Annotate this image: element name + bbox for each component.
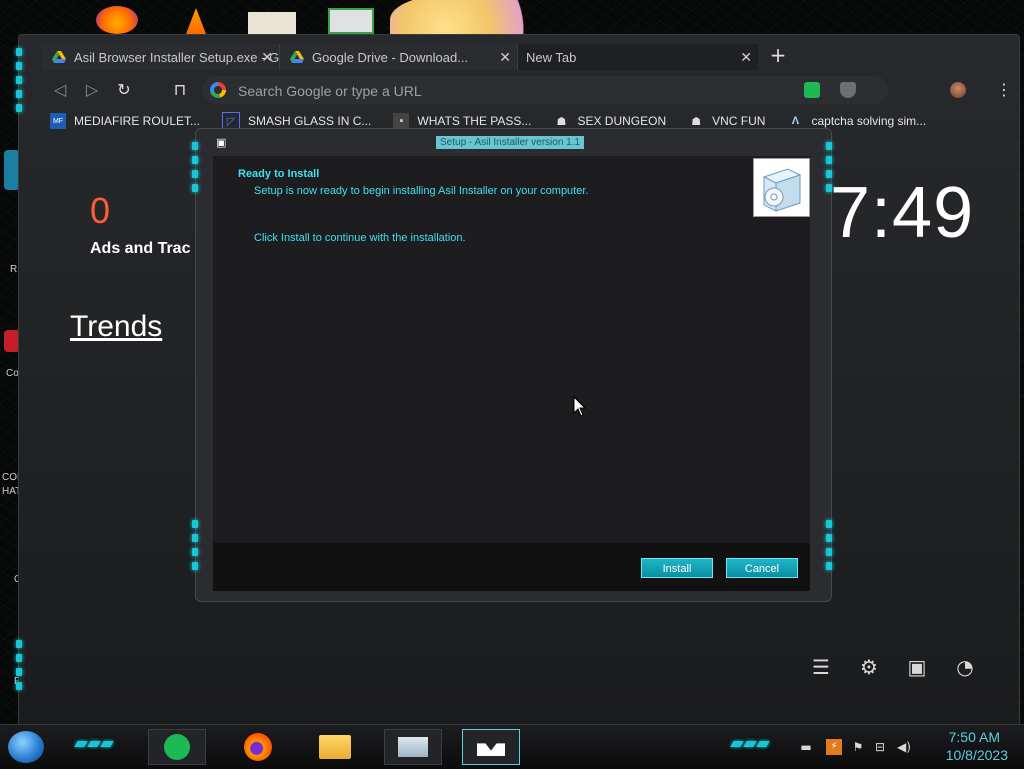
- tab-strip: Asil Browser Installer Setup.exe - G ✕ G…: [42, 44, 758, 70]
- network-app-icon: [398, 737, 428, 757]
- tab-label: Google Drive - Download...: [312, 49, 469, 65]
- notes-app-icon: [164, 734, 190, 760]
- desktop-icon-label: R: [10, 264, 18, 275]
- app-desktop-icon[interactable]: [248, 12, 296, 34]
- frame-leds-left: [16, 48, 22, 112]
- installer-body: [213, 156, 810, 543]
- tab-label: Asil Browser Installer Setup.exe - G: [74, 49, 280, 65]
- reload-button[interactable]: ↻: [114, 80, 134, 100]
- tab-new-tab[interactable]: New Tab ✕: [518, 44, 758, 70]
- google-drive-icon: [52, 51, 66, 63]
- taskbar-app-network[interactable]: [384, 729, 442, 765]
- taskbar-app-installer[interactable]: [462, 729, 520, 765]
- install-button[interactable]: Install: [641, 558, 713, 578]
- desktop-icon-label: Co: [6, 368, 19, 379]
- new-tab-button[interactable]: +: [768, 45, 788, 66]
- google-drive-icon: [290, 51, 304, 63]
- bookmarks-icon[interactable]: ▣: [904, 654, 930, 680]
- profile-avatar[interactable]: [950, 82, 966, 98]
- bookmark-label: captcha solving sim...: [811, 114, 927, 128]
- installer-app-icon: ▣: [216, 136, 227, 149]
- address-bar[interactable]: [202, 76, 888, 104]
- forward-button[interactable]: ▷: [82, 80, 102, 100]
- grammar-extension-icon[interactable]: [804, 82, 820, 98]
- taskbar-leds: [74, 741, 114, 747]
- dialog-leds-right-bottom: [826, 520, 832, 570]
- installer-title: Setup - Asil Installer version 1.1: [436, 136, 585, 149]
- bookmark-label: SEX DUNGEON: [577, 114, 667, 128]
- tab-installer[interactable]: Asil Browser Installer Setup.exe - G ✕: [42, 44, 280, 70]
- installer-footer: [213, 543, 810, 591]
- ntp-toolbar: ☰ ⚙ ▣ ◔: [808, 654, 978, 680]
- omnibox-input[interactable]: [236, 80, 780, 102]
- google-icon: [210, 82, 226, 98]
- system-tray: ▬ ⚡ ⚑ ⊟ ◀) 7:50 AM 10/8/2023: [764, 725, 1024, 769]
- ads-blocked-counter: 0: [90, 190, 111, 231]
- installer-box-icon: [753, 158, 810, 217]
- installer-subheading: Setup is now ready to begin installing A…: [254, 185, 589, 197]
- lock-icon: ▪: [393, 113, 410, 129]
- ntp-clock: 7:49: [830, 173, 975, 253]
- close-icon[interactable]: ✕: [499, 49, 511, 66]
- ads-blocked-label: Ads and Trac: [90, 240, 191, 257]
- app-desktop-icon-2[interactable]: [328, 8, 374, 34]
- firefox-desktop-icon[interactable]: [96, 6, 138, 34]
- flag-icon[interactable]: ⚑: [850, 739, 866, 755]
- bookmark-label: SMASH GLASS IN C...: [248, 114, 372, 128]
- installer-heading: Ready to Install: [238, 168, 320, 180]
- mediafire-icon: MF: [50, 113, 66, 129]
- firefox-icon: [244, 733, 272, 761]
- start-button[interactable]: [8, 731, 44, 763]
- taskbar-leds-right: [730, 741, 770, 747]
- close-icon[interactable]: ✕: [261, 49, 273, 66]
- bookmark-label: MEDIAFIRE ROULET...: [74, 114, 201, 128]
- menu-icon[interactable]: ⋮: [996, 80, 1012, 100]
- app-tray-icon[interactable]: ⚡: [826, 739, 842, 755]
- history-icon[interactable]: ◔: [952, 654, 978, 680]
- trends-link[interactable]: Trends: [70, 310, 162, 344]
- gear-icon[interactable]: ⚙: [856, 654, 882, 680]
- dialog-leds-left-bottom: [192, 520, 198, 570]
- lambda-icon: Λ: [791, 115, 800, 127]
- sliders-icon[interactable]: ☰: [808, 654, 834, 680]
- tab-google-drive[interactable]: Google Drive - Download... ✕: [280, 44, 518, 70]
- bookmark-button[interactable]: ⊓: [170, 80, 190, 100]
- taskbar-clock-time[interactable]: 7:50 AM: [949, 729, 1000, 745]
- installer-taskbar-icon: [477, 743, 505, 756]
- dialog-leds-left: [192, 142, 198, 192]
- dialog-leds-right: [826, 142, 832, 192]
- taskbar-app-firefox[interactable]: [229, 729, 287, 765]
- browser-toolbar: ◁ ▷ ↻ ⊓ ⋮: [38, 74, 1020, 106]
- taskbar-app-notes[interactable]: [148, 729, 206, 765]
- taskbar-app-explorer[interactable]: [306, 729, 364, 765]
- bookmark-item[interactable]: MF MEDIAFIRE ROULET...: [50, 111, 200, 131]
- shield-extension-icon[interactable]: [840, 82, 856, 98]
- frame-leds-left-bottom: [16, 640, 22, 690]
- taskbar-clock-date[interactable]: 10/8/2023: [946, 747, 1008, 763]
- robot-icon: ☗: [556, 115, 567, 128]
- show-hidden-icons[interactable]: ▬: [798, 739, 814, 755]
- back-button[interactable]: ◁: [50, 80, 70, 100]
- mouse-cursor: [573, 396, 587, 417]
- installer-instructions: Click Install to continue with the insta…: [254, 232, 466, 244]
- robot-icon: ☗: [691, 115, 702, 128]
- bookmark-label: VNC FUN: [712, 114, 766, 128]
- volume-icon[interactable]: ◀): [896, 739, 912, 755]
- close-icon[interactable]: ✕: [740, 49, 752, 66]
- bookmark-label: WHATS THE PASS...: [417, 114, 532, 128]
- network-icon[interactable]: ⊟: [872, 739, 888, 755]
- tab-label: New Tab: [526, 49, 577, 65]
- folder-icon: [319, 735, 351, 759]
- taskbar: ▬ ⚡ ⚑ ⊟ ◀) 7:50 AM 10/8/2023: [0, 724, 1024, 769]
- cancel-button[interactable]: Cancel: [726, 558, 798, 578]
